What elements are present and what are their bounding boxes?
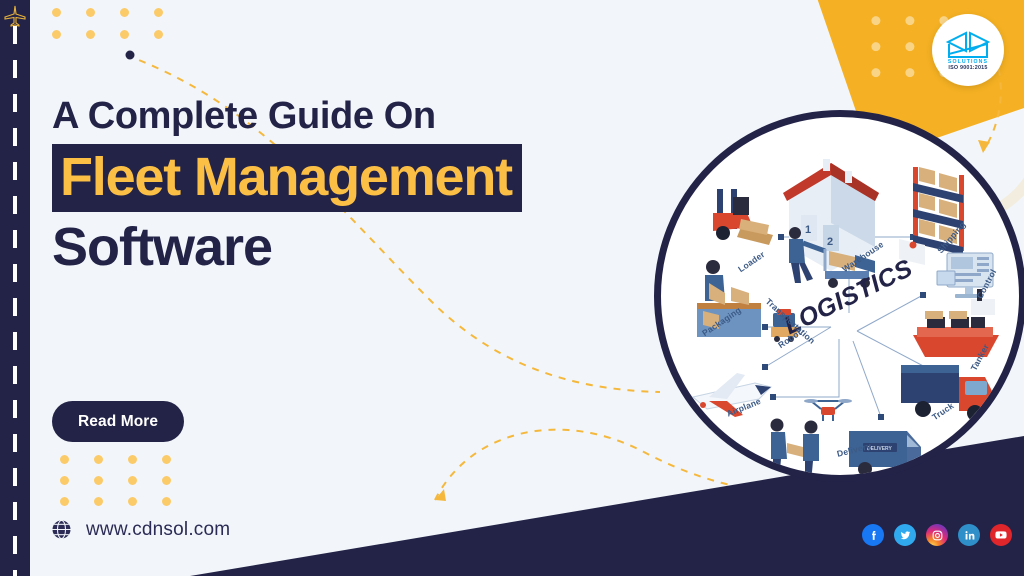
illustration-content: 1 2 [661, 117, 1019, 475]
twitter-icon[interactable] [894, 524, 916, 546]
instagram-icon[interactable] [926, 524, 948, 546]
logo-solutions-text: SOLUTIONS [944, 59, 992, 65]
logo-monogram: SOLUTIONS [944, 30, 992, 64]
logo-iso-text: ISO 9001:2015 [948, 65, 987, 71]
headline-block: A Complete Guide On Fleet Management Sof… [52, 96, 522, 276]
social-links [862, 524, 1012, 546]
globe-icon [50, 518, 73, 541]
website-url-text: www.cdnsol.com [86, 519, 230, 541]
facebook-icon[interactable] [862, 524, 884, 546]
youtube-icon[interactable] [990, 524, 1012, 546]
headline-line-2: Fleet Management [60, 150, 512, 204]
road-strip [0, 0, 30, 576]
road-lane-dashes [13, 26, 17, 576]
headline-highlight-band: Fleet Management [52, 144, 522, 212]
company-logo: SOLUTIONS ISO 9001:2015 [932, 14, 1004, 86]
svg-text:2: 2 [827, 236, 833, 248]
logistics-illustration: 1 2 [654, 110, 1024, 482]
linkedin-icon[interactable] [958, 524, 980, 546]
headline-line-3: Software [52, 218, 522, 276]
website-link[interactable]: www.cdnsol.com [50, 518, 230, 541]
read-more-button[interactable]: Read More [52, 401, 184, 442]
headline-line-1: A Complete Guide On [52, 96, 522, 138]
dot-grid-top [52, 8, 188, 52]
svg-text:1: 1 [805, 224, 811, 236]
airplane-icon [3, 4, 27, 28]
banner-canvas: 1 2 [0, 0, 1024, 576]
